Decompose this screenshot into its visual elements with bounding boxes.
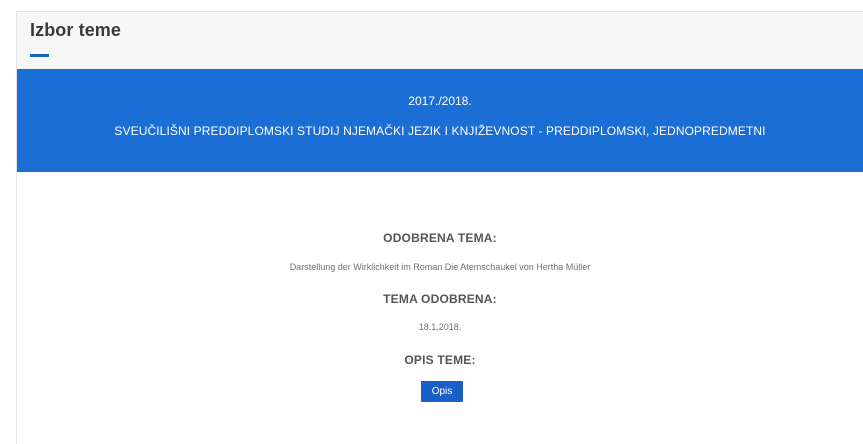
academic-year: 2017./2018. xyxy=(408,94,472,108)
description-button[interactable]: Opis xyxy=(421,381,463,402)
approved-date-value: 18.1.2018. xyxy=(418,322,462,332)
study-program: SVEUČILIŠNI PREDDIPLOMSKI STUDIJ NJEMAČK… xyxy=(114,124,766,138)
description-label: OPIS TEME: xyxy=(404,353,476,367)
panel-header: Izbor teme xyxy=(17,12,863,69)
topic-details: ODOBRENA TEMA: Darstellung der Wirklichk… xyxy=(17,172,863,444)
page-title: Izbor teme xyxy=(30,20,122,40)
page: Izbor teme 2017./2018. SVEUČILIŠNI PREDD… xyxy=(0,0,863,444)
study-banner: 2017./2018. SVEUČILIŠNI PREDDIPLOMSKI ST… xyxy=(17,69,863,172)
approved-date-label: TEMA ODOBRENA: xyxy=(383,292,497,306)
title-underline xyxy=(30,54,49,57)
approved-topic-label: ODOBRENA TEMA: xyxy=(383,231,497,245)
approved-topic-value: Darstellung der Wirklichkeit im Roman Di… xyxy=(289,262,591,272)
